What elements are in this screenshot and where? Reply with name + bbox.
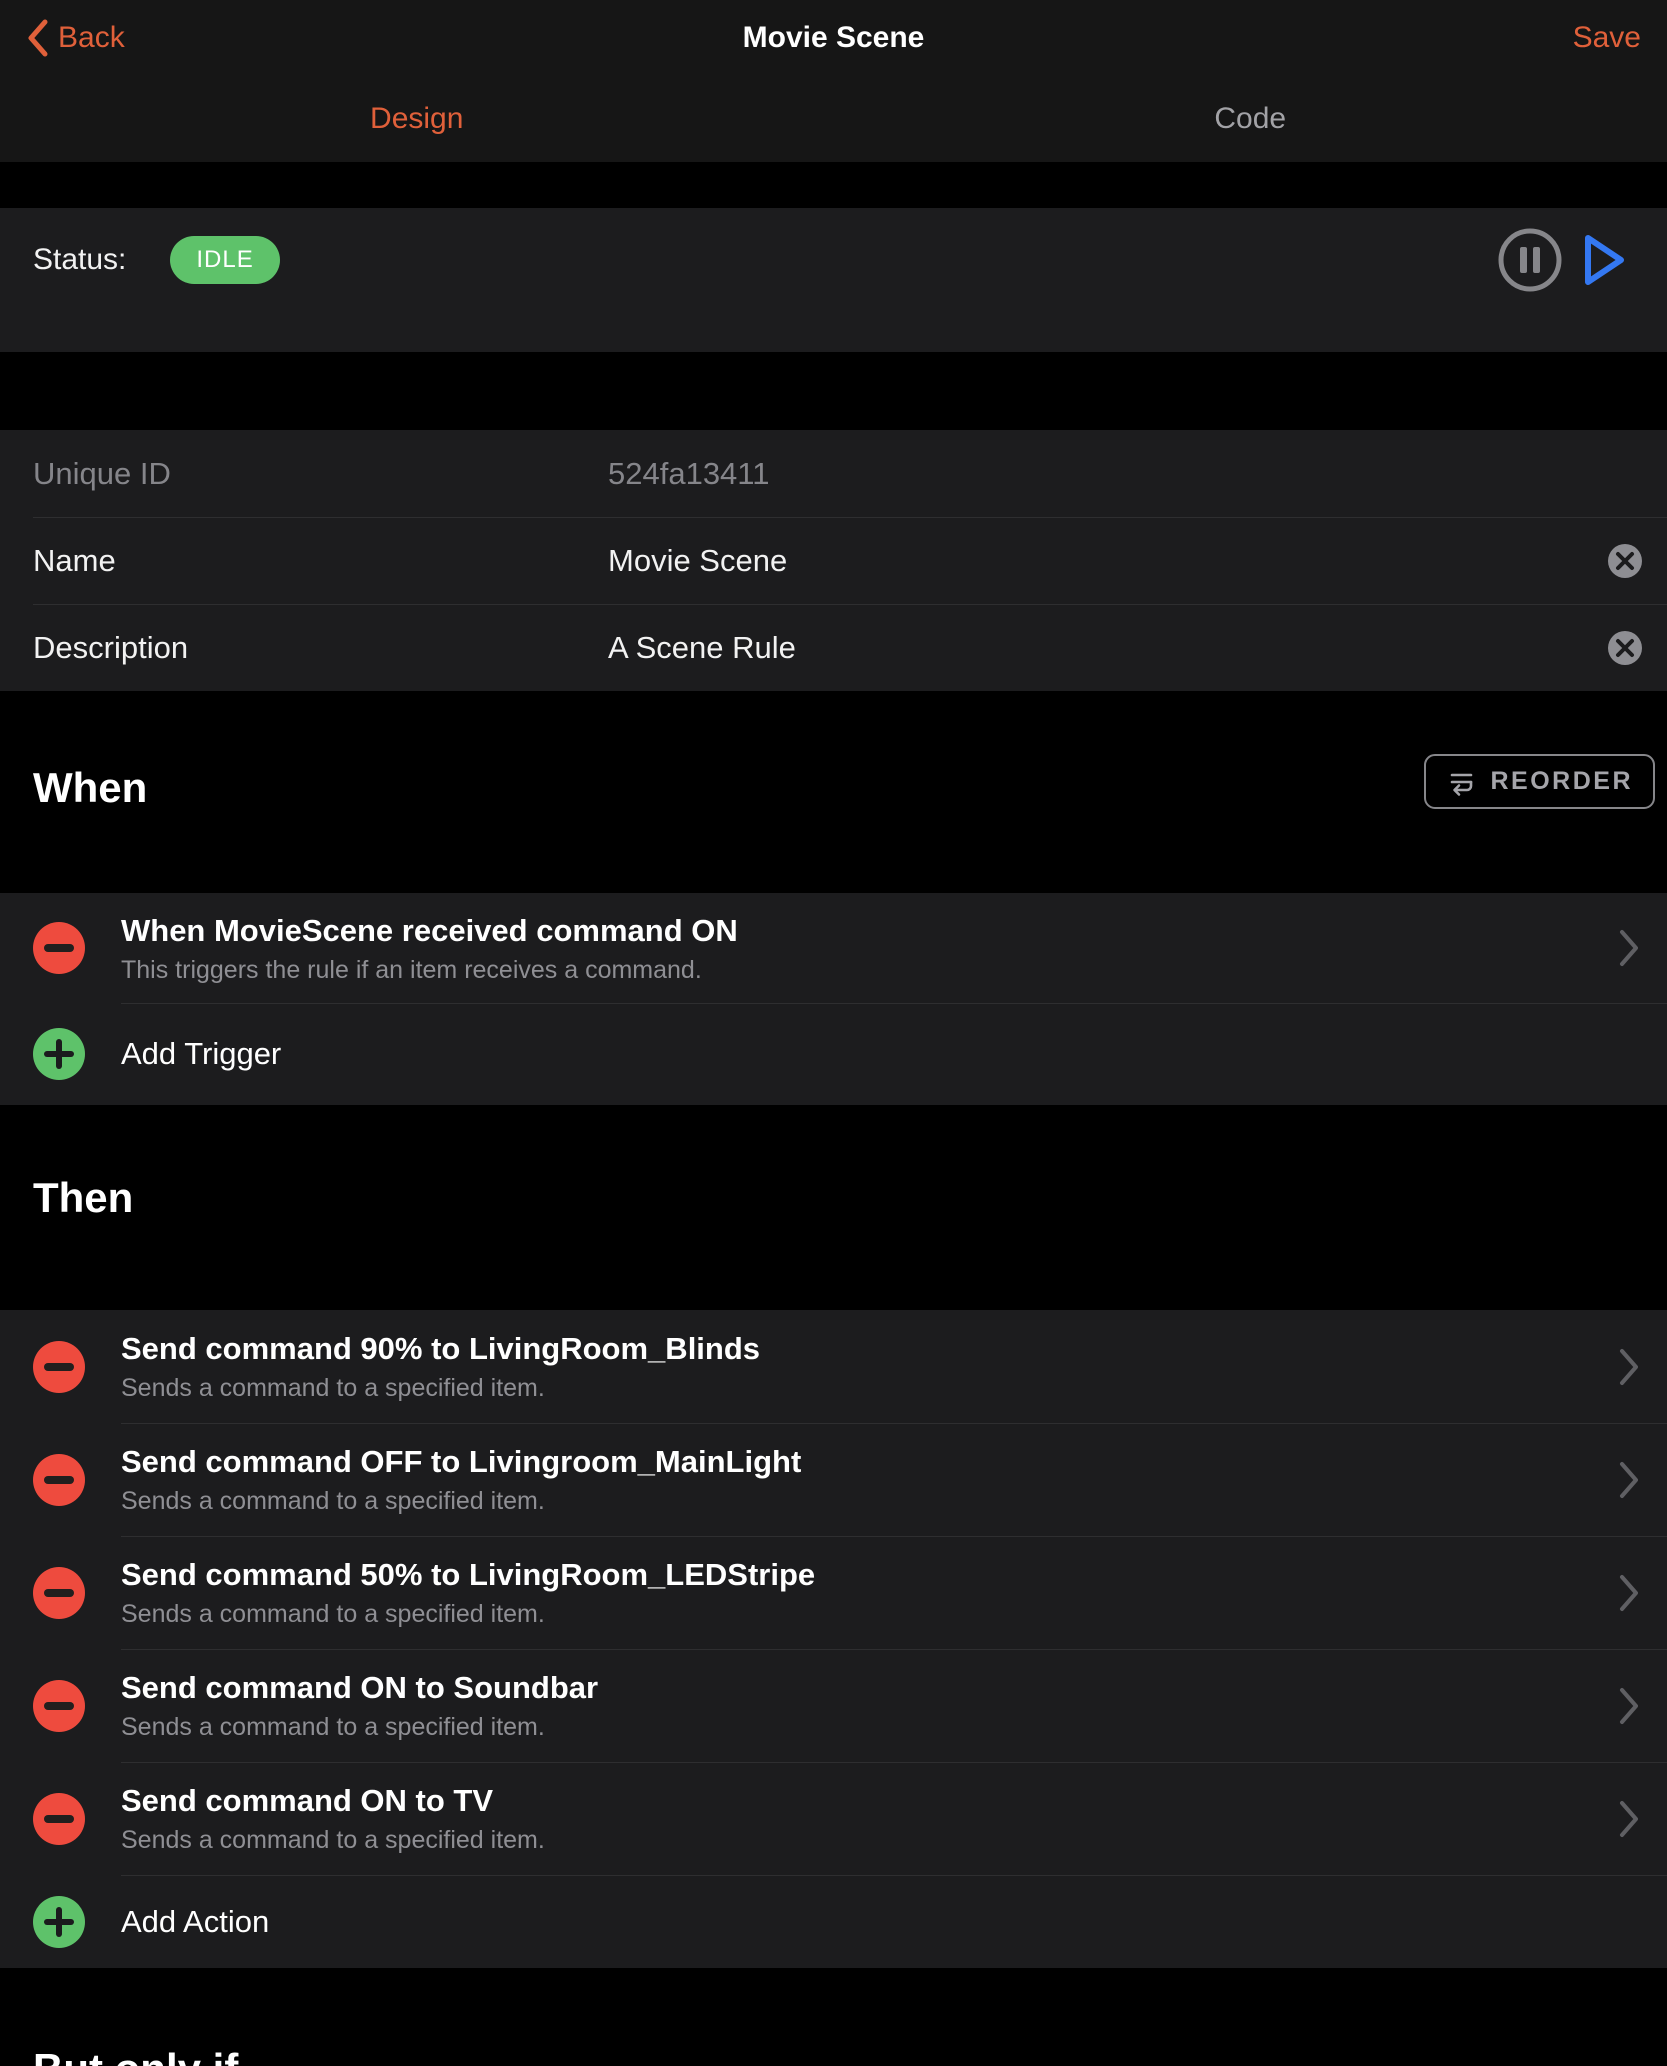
save-button[interactable]: Save xyxy=(1573,21,1641,55)
form-row-unique-id: Unique ID 524fa13411 xyxy=(0,430,1667,517)
add-trigger-label: Add Trigger xyxy=(121,1036,281,1072)
chevron-right-icon xyxy=(1617,1686,1641,1726)
chevron-right-icon xyxy=(1617,1573,1641,1613)
header: Back Movie Scene Save Design Code xyxy=(0,0,1667,162)
name-field[interactable]: Movie Scene xyxy=(608,543,1595,579)
status-panel: Status: IDLE xyxy=(0,208,1667,352)
nav-bar: Back Movie Scene Save xyxy=(0,0,1667,76)
triggers-panel: When MovieScene received command ON This… xyxy=(0,893,1667,1105)
pause-circle-icon[interactable] xyxy=(1497,227,1563,293)
action-row[interactable]: Send command 50% to LivingRoom_LEDStripe… xyxy=(0,1536,1667,1649)
add-trigger-row[interactable]: Add Trigger xyxy=(0,1003,1667,1105)
status-label: Status: xyxy=(33,243,126,277)
chevron-right-icon xyxy=(1617,1460,1641,1500)
minus-circle-icon[interactable] xyxy=(33,922,85,974)
page-title: Movie Scene xyxy=(0,21,1667,55)
action-row[interactable]: Send command ON to TV Sends a command to… xyxy=(0,1762,1667,1875)
action-row[interactable]: Send command 90% to LivingRoom_Blinds Se… xyxy=(0,1310,1667,1423)
reorder-button[interactable]: REORDER xyxy=(1424,754,1655,809)
minus-circle-icon[interactable] xyxy=(33,1341,85,1393)
description-label: Description xyxy=(33,630,608,666)
form-row-description: Description A Scene Rule xyxy=(0,604,1667,691)
action-title: Send command 90% to LivingRoom_Blinds xyxy=(121,1330,1601,1368)
action-title: Send command 50% to LivingRoom_LEDStripe xyxy=(121,1556,1601,1594)
chevron-right-icon xyxy=(1617,1799,1641,1839)
chevron-right-icon xyxy=(1617,1347,1641,1387)
trigger-title: When MovieScene received command ON xyxy=(121,912,1601,950)
action-subtitle: Sends a command to a specified item. xyxy=(121,1600,1601,1629)
add-action-label: Add Action xyxy=(121,1904,269,1940)
rule-form: Unique ID 524fa13411 Name Movie Scene De… xyxy=(0,430,1667,691)
unique-id-value: 524fa13411 xyxy=(608,456,1643,492)
back-chevron-icon xyxy=(26,18,50,58)
back-label: Back xyxy=(58,21,125,55)
description-field[interactable]: A Scene Rule xyxy=(608,630,1595,666)
reorder-label: REORDER xyxy=(1490,767,1633,796)
form-row-name: Name Movie Scene xyxy=(0,517,1667,604)
actions-panel: Send command 90% to LivingRoom_Blinds Se… xyxy=(0,1310,1667,1968)
when-heading: When xyxy=(33,764,147,812)
back-button[interactable]: Back xyxy=(26,18,125,58)
status-badge: IDLE xyxy=(170,236,279,284)
minus-circle-icon[interactable] xyxy=(33,1567,85,1619)
add-action-row[interactable]: Add Action xyxy=(0,1875,1667,1968)
trigger-row[interactable]: When MovieScene received command ON This… xyxy=(0,893,1667,1003)
chevron-right-icon xyxy=(1617,928,1641,968)
action-subtitle: Sends a command to a specified item. xyxy=(121,1487,1601,1516)
run-controls xyxy=(1497,227,1627,293)
name-label: Name xyxy=(33,543,608,579)
then-heading: Then xyxy=(33,1174,133,1222)
but-only-if-heading: But only if... xyxy=(33,2045,273,2066)
trigger-subtitle: This triggers the rule if an item receiv… xyxy=(121,956,1601,985)
action-title: Send command ON to Soundbar xyxy=(121,1669,1601,1707)
action-row[interactable]: Send command OFF to Livingroom_MainLight… xyxy=(0,1423,1667,1536)
minus-circle-icon[interactable] xyxy=(33,1680,85,1732)
minus-circle-icon[interactable] xyxy=(33,1454,85,1506)
plus-circle-icon[interactable] xyxy=(33,1028,85,1080)
minus-circle-icon[interactable] xyxy=(33,1793,85,1845)
clear-x-icon[interactable] xyxy=(1607,630,1643,666)
action-subtitle: Sends a command to a specified item. xyxy=(121,1374,1601,1403)
tab-bar: Design Code xyxy=(0,76,1667,162)
clear-x-icon[interactable] xyxy=(1607,543,1643,579)
action-subtitle: Sends a command to a specified item. xyxy=(121,1826,1601,1855)
action-title: Send command ON to TV xyxy=(121,1782,1601,1820)
tab-code[interactable]: Code xyxy=(834,76,1667,162)
play-icon[interactable] xyxy=(1581,232,1627,288)
action-title: Send command OFF to Livingroom_MainLight xyxy=(121,1443,1601,1481)
plus-circle-icon[interactable] xyxy=(33,1896,85,1948)
action-subtitle: Sends a command to a specified item. xyxy=(121,1713,1601,1742)
unique-id-label: Unique ID xyxy=(33,456,608,492)
tab-design[interactable]: Design xyxy=(0,76,834,162)
reorder-return-icon xyxy=(1446,767,1476,797)
action-row[interactable]: Send command ON to Soundbar Sends a comm… xyxy=(0,1649,1667,1762)
